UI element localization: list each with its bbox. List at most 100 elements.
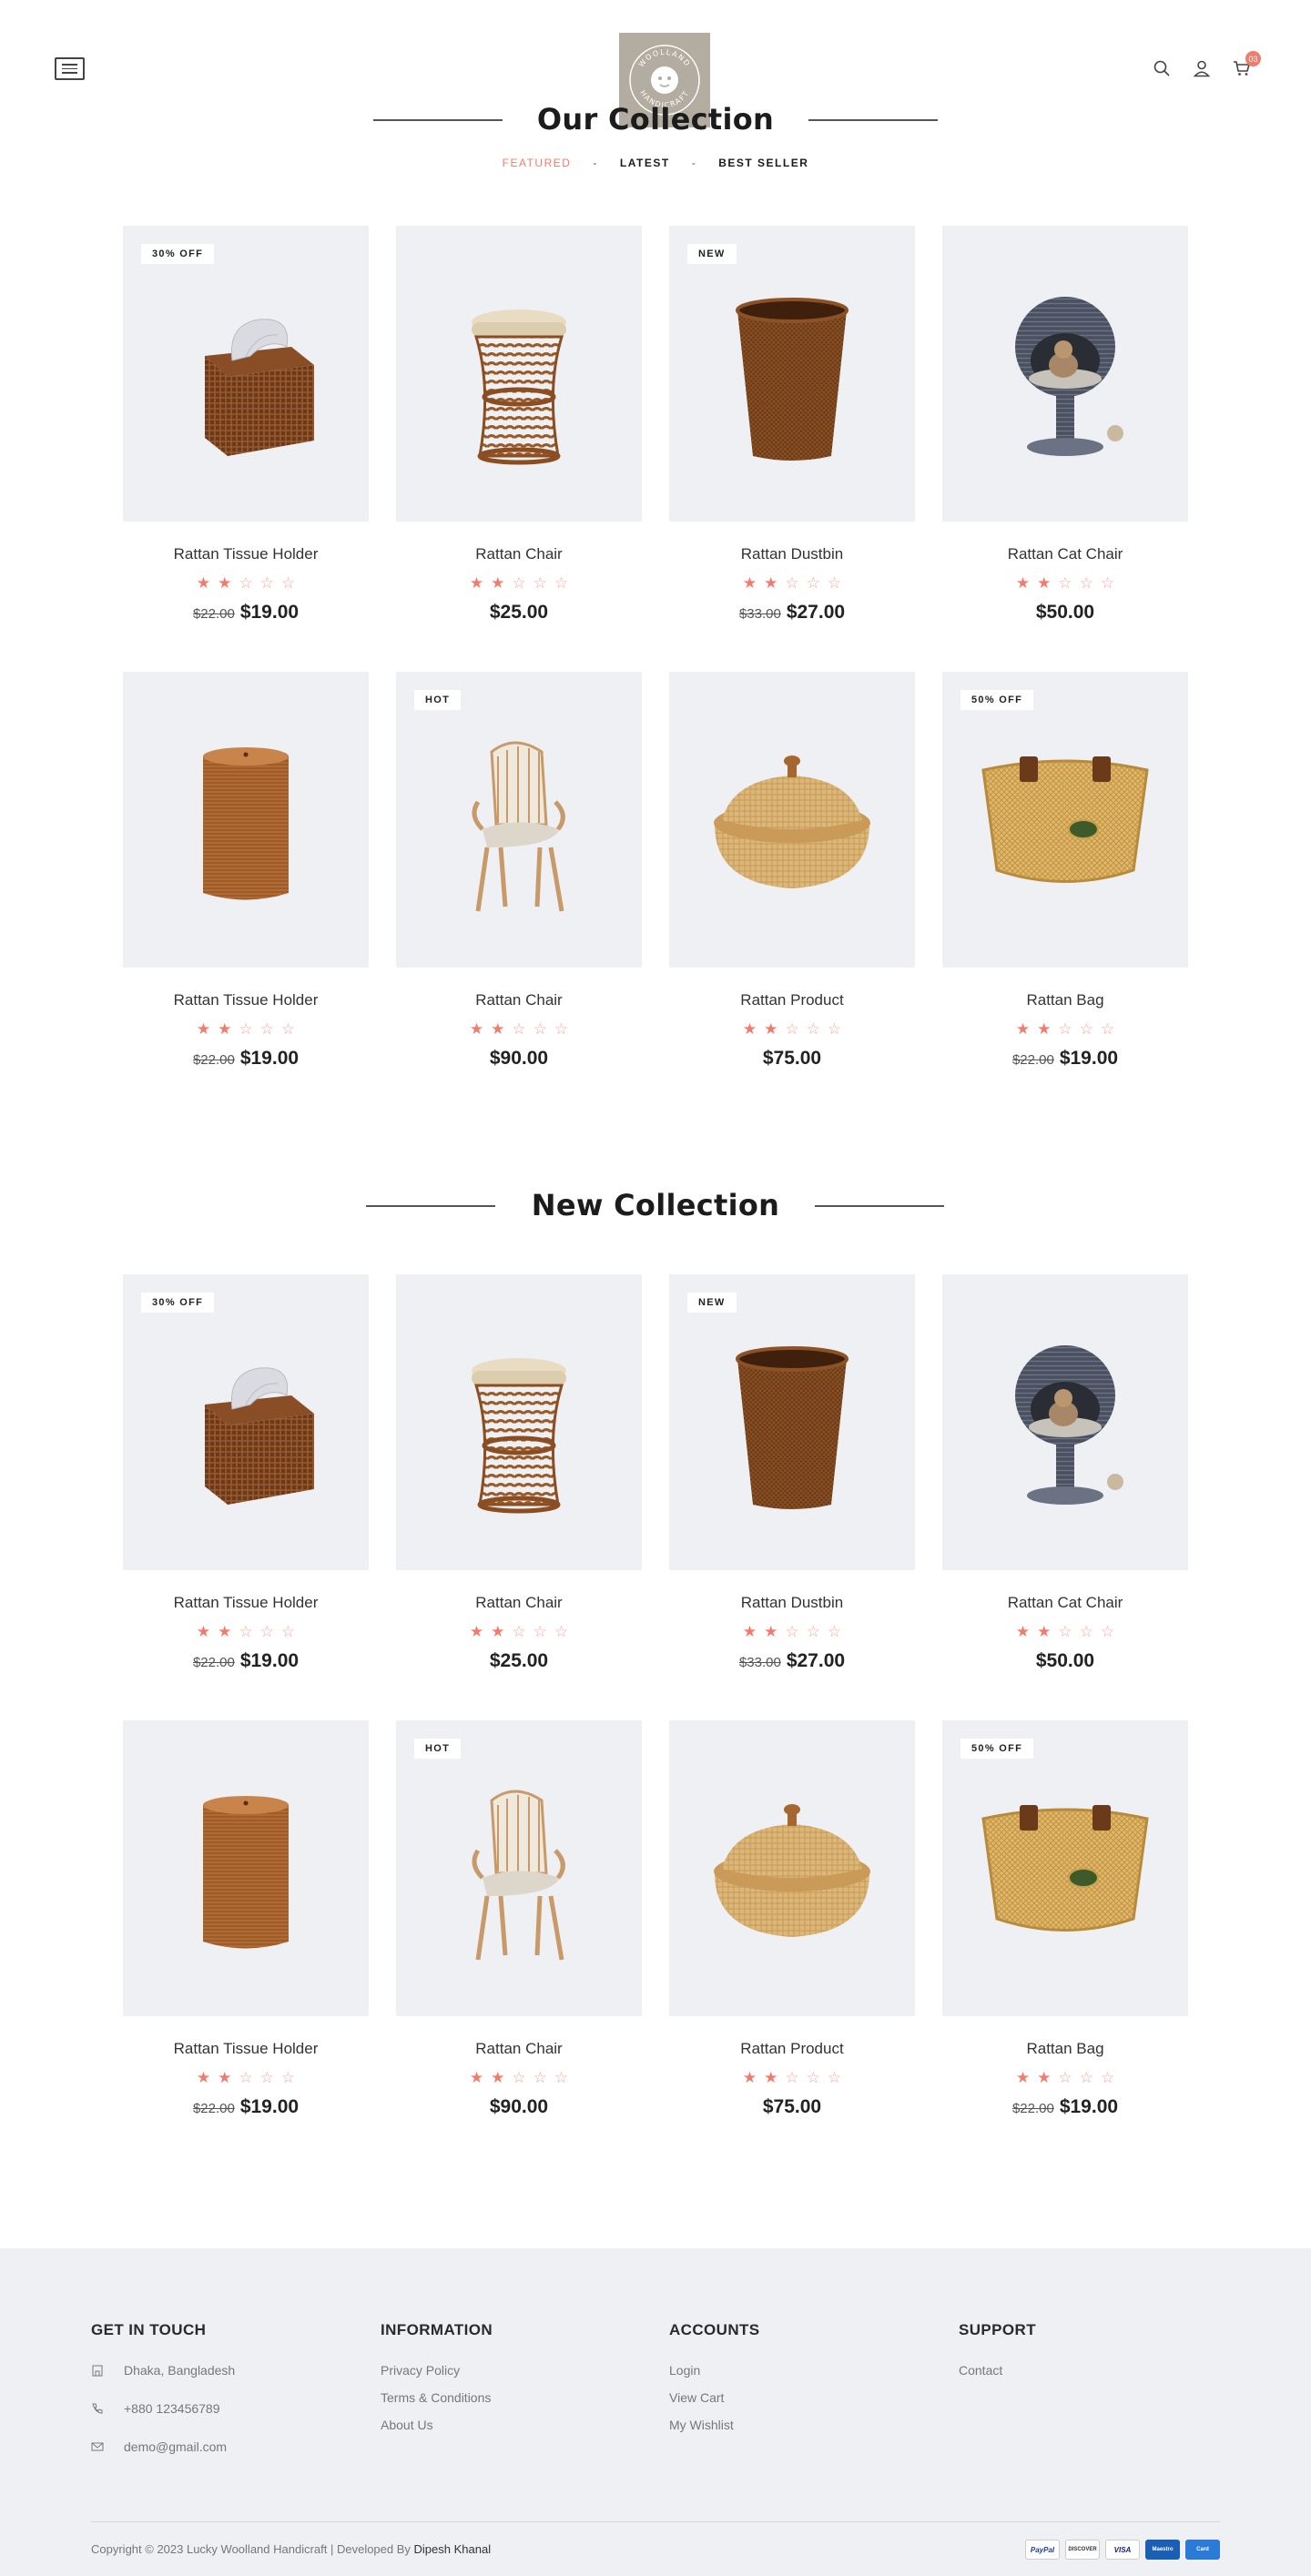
product-name[interactable]: Rattan Product	[669, 991, 915, 1009]
product-card[interactable]: NEW Rattan Dustbin ★★☆☆☆ $33.00 $27.00	[669, 1274, 915, 1720]
contact-address: Dhaka, Bangladesh	[91, 2363, 235, 2378]
product-image[interactable]	[123, 672, 369, 968]
star-empty-icon: ☆	[827, 574, 849, 592]
product-image[interactable]	[396, 1274, 642, 1570]
product-card[interactable]: Rattan Cat Chair ★★☆☆☆ $50.00	[942, 1274, 1188, 1720]
search-icon[interactable]	[1152, 58, 1172, 78]
product-image[interactable]	[669, 1720, 915, 2016]
product-name[interactable]: Rattan Tissue Holder	[123, 2040, 369, 2058]
product-image[interactable]: 30% OFF	[123, 1274, 369, 1570]
product-name[interactable]: Rattan Bag	[942, 991, 1188, 1009]
product-name[interactable]: Rattan Product	[669, 2040, 915, 2058]
product-image[interactable]	[669, 672, 915, 968]
tab-best-seller[interactable]: BEST SELLER	[718, 157, 808, 169]
product-illustration	[714, 1803, 870, 1937]
star-filled-icon: ★	[218, 2069, 239, 2086]
footer-link-privacy-policy[interactable]: Privacy Policy	[381, 2363, 493, 2378]
product-rating: ★★☆☆☆	[669, 2069, 915, 2087]
building-icon	[92, 2365, 103, 2377]
product-price: $25.00	[396, 602, 642, 624]
star-filled-icon: ★	[742, 1020, 765, 1038]
cart-count-badge: 03	[1245, 51, 1261, 66]
product-name[interactable]: Rattan Chair	[396, 1594, 642, 1612]
star-filled-icon: ★	[1037, 2069, 1059, 2086]
product-card[interactable]: Rattan Chair ★★☆☆☆ $25.00	[396, 226, 642, 672]
product-card[interactable]: HOT Rattan Chair ★★☆☆☆ $90.00	[396, 672, 642, 1118]
star-filled-icon: ★	[764, 1623, 786, 1640]
product-price: $22.00 $19.00	[123, 1650, 369, 1672]
email-text[interactable]: demo@gmail.com	[124, 2439, 227, 2454]
product-name[interactable]: Rattan Chair	[396, 545, 642, 563]
current-price: $19.00	[239, 1650, 300, 1671]
product-card[interactable]: NEW Rattan Dustbin ★★☆☆☆ $33.00 $27.00	[669, 226, 915, 672]
footer-link-contact[interactable]: Contact	[959, 2363, 1036, 2378]
developer-link[interactable]: Dipesh Khanal	[414, 2542, 492, 2556]
product-image[interactable]: HOT	[396, 672, 642, 968]
product-name[interactable]: Rattan Dustbin	[669, 1594, 915, 1612]
product-card[interactable]: Rattan Chair ★★☆☆☆ $25.00	[396, 1274, 642, 1720]
product-image[interactable]	[942, 1274, 1188, 1570]
product-name[interactable]: Rattan Tissue Holder	[123, 545, 369, 563]
product-badge: NEW	[687, 244, 737, 264]
current-price: $75.00	[762, 1048, 822, 1069]
product-name[interactable]: Rattan Bag	[942, 2040, 1188, 2058]
star-empty-icon: ☆	[533, 1623, 554, 1640]
product-rating: ★★☆☆☆	[942, 1020, 1188, 1039]
star-empty-icon: ☆	[806, 1020, 828, 1038]
product-card[interactable]: 30% OFF Rattan Tissue Holder ★★☆☆☆ $22.00 $1…	[123, 226, 369, 672]
footer-heading: ACCOUNTS	[669, 2321, 760, 2338]
product-card[interactable]: Rattan Cat Chair ★★☆☆☆ $50.00	[942, 226, 1188, 672]
cart-icon[interactable]: 03	[1232, 51, 1261, 78]
menu-icon[interactable]	[55, 57, 85, 80]
product-card[interactable]: Rattan Tissue Holder ★★☆☆☆ $22.00 $19.00	[123, 672, 369, 1118]
product-card[interactable]: HOT Rattan Chair ★★☆☆☆ $90.00	[396, 1720, 642, 2166]
phone-text[interactable]: +880 123456789	[124, 2401, 220, 2416]
product-name[interactable]: Rattan Tissue Holder	[123, 1594, 369, 1612]
product-rating: ★★☆☆☆	[123, 2069, 369, 2087]
product-image[interactable]: 30% OFF	[123, 226, 369, 522]
product-card[interactable]: Rattan Tissue Holder ★★☆☆☆ $22.00 $19.00	[123, 1720, 369, 2166]
footer-get-in-touch: GET IN TOUCH Dhaka, Bangladesh +880 1234…	[91, 2321, 235, 2478]
product-card[interactable]: Rattan Product ★★☆☆☆ $75.00	[669, 1720, 915, 2166]
product-card[interactable]: 30% OFF Rattan Tissue Holder ★★☆☆☆ $22.00 $1…	[123, 1274, 369, 1720]
product-image[interactable]	[123, 1720, 369, 2016]
product-image[interactable]	[942, 226, 1188, 522]
footer-link-wishlist[interactable]: My Wishlist	[669, 2418, 760, 2432]
user-icon[interactable]	[1192, 58, 1212, 78]
star-empty-icon: ☆	[512, 1623, 534, 1640]
product-image[interactable]: NEW	[669, 226, 915, 522]
product-badge: 50% OFF	[960, 1739, 1034, 1759]
current-price: $19.00	[239, 2096, 300, 2117]
product-illustration	[736, 297, 849, 461]
footer-link-about-us[interactable]: About Us	[381, 2418, 493, 2432]
product-name[interactable]: Rattan Chair	[396, 2040, 642, 2058]
phone-icon	[92, 2403, 103, 2414]
product-name[interactable]: Rattan Chair	[396, 991, 642, 1009]
visa-icon: VISA	[1105, 2540, 1140, 2560]
tab-featured[interactable]: FEATURED	[503, 157, 572, 169]
product-name[interactable]: Rattan Dustbin	[669, 545, 915, 563]
product-image[interactable]: NEW	[669, 1274, 915, 1570]
star-empty-icon: ☆	[1058, 574, 1080, 592]
star-empty-icon: ☆	[533, 2069, 554, 2086]
product-card[interactable]: 50% OFF Rattan Bag ★★☆☆☆ $22.00 $19.00	[942, 1720, 1188, 2166]
footer-link-view-cart[interactable]: View Cart	[669, 2390, 760, 2405]
star-filled-icon: ★	[196, 2069, 218, 2086]
filter-separator: -	[691, 157, 697, 169]
product-price: $22.00 $19.00	[123, 2096, 369, 2118]
product-name[interactable]: Rattan Cat Chair	[942, 1594, 1188, 1612]
product-card[interactable]: Rattan Product ★★☆☆☆ $75.00	[669, 672, 915, 1118]
star-filled-icon: ★	[1037, 1020, 1059, 1038]
product-illustration	[981, 1804, 1149, 1932]
product-image[interactable]	[396, 226, 642, 522]
product-image[interactable]: 50% OFF	[942, 672, 1188, 968]
product-card[interactable]: 50% OFF Rattan Bag ★★☆☆☆ $22.00 $19.00	[942, 672, 1188, 1118]
product-name[interactable]: Rattan Tissue Holder	[123, 991, 369, 1009]
footer-link-terms[interactable]: Terms & Conditions	[381, 2390, 493, 2405]
product-image[interactable]: 50% OFF	[942, 1720, 1188, 2016]
footer-link-login[interactable]: Login	[669, 2363, 760, 2378]
tab-latest[interactable]: LATEST	[620, 157, 670, 169]
product-image[interactable]: HOT	[396, 1720, 642, 2016]
star-filled-icon: ★	[1037, 574, 1059, 592]
product-name[interactable]: Rattan Cat Chair	[942, 545, 1188, 563]
